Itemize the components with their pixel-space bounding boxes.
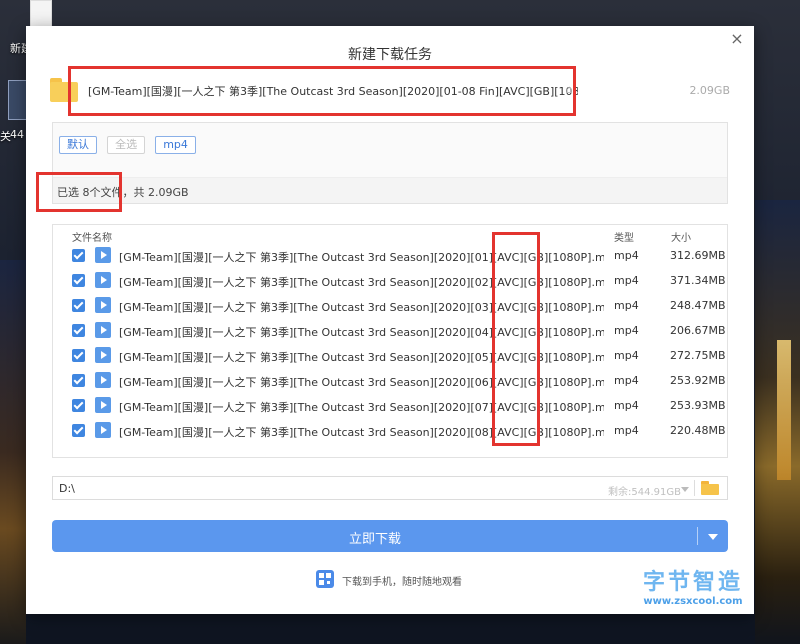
filter-tag-default[interactable]: 默认 — [59, 136, 97, 154]
video-file-icon — [95, 272, 111, 288]
file-checkbox[interactable] — [72, 374, 85, 387]
dialog-title: 新建下载任务 — [348, 47, 432, 63]
file-list-header: 文件名称 类型 大小 — [53, 225, 727, 244]
file-name: [GM-Team][国漫][一人之下 第3季][The Outcast 3rd … — [119, 426, 604, 439]
file-checkbox[interactable] — [72, 249, 85, 262]
desktop-thumbnail-label: 44 — [10, 128, 24, 141]
download-now-label: 立即下载 — [348, 532, 401, 547]
filter-tag-mp4[interactable]: mp4 — [155, 136, 196, 154]
video-file-icon — [95, 397, 111, 413]
task-name: [GM-Team][国漫][一人之下 第3季][The Outcast 3rd … — [88, 85, 578, 98]
video-file-icon — [95, 422, 111, 438]
file-name: [GM-Team][国漫][一人之下 第3季][The Outcast 3rd … — [119, 326, 604, 339]
filter-tag-select-all[interactable]: 全选 — [107, 136, 146, 154]
qr-code-icon[interactable] — [316, 570, 334, 588]
task-size: 2.09GB — [689, 84, 730, 97]
file-name: [GM-Team][国漫][一人之下 第3季][The Outcast 3rd … — [119, 376, 604, 389]
wallpaper-city-right — [755, 200, 800, 644]
desktop-thumbnail[interactable] — [8, 80, 28, 120]
file-row[interactable]: [GM-Team][国漫][一人之下 第3季][The Outcast 3rd … — [53, 319, 727, 344]
download-options-chevron-icon[interactable] — [708, 534, 718, 540]
desktop-side-label: 关 — [0, 130, 11, 143]
wallpaper-city-left — [0, 260, 26, 644]
mobile-download-text[interactable]: 下载到手机，随时随地观看 — [342, 573, 462, 588]
close-icon[interactable]: × — [728, 30, 746, 48]
file-type: mp4 — [614, 324, 639, 337]
header-size: 大小 — [671, 233, 691, 244]
file-list: 文件名称 类型 大小 [GM-Team][国漫][一人之下 第3季][The O… — [52, 224, 728, 458]
file-row[interactable]: [GM-Team][国漫][一人之下 第3季][The Outcast 3rd … — [53, 369, 727, 394]
file-checkbox[interactable] — [72, 424, 85, 437]
file-row[interactable]: [GM-Team][国漫][一人之下 第3季][The Outcast 3rd … — [53, 269, 727, 294]
task-name-overflow: ⌂ — [566, 83, 573, 96]
watermark: 字节智造 www.zsxcool.com — [628, 564, 758, 607]
file-checkbox[interactable] — [72, 399, 85, 412]
file-size: 248.47MB — [670, 299, 726, 312]
watermark-url: www.zsxcool.com — [643, 596, 743, 607]
filter-tags: 默认 全选 mp4 — [59, 133, 201, 154]
file-row[interactable]: [GM-Team][国漫][一人之下 第3季][The Outcast 3rd … — [53, 419, 727, 444]
file-name: [GM-Team][国漫][一人之下 第3季][The Outcast 3rd … — [119, 351, 604, 364]
file-name: [GM-Team][国漫][一人之下 第3季][The Outcast 3rd … — [119, 276, 604, 289]
file-type: mp4 — [614, 349, 639, 362]
watermark-brand: 字节智造 — [642, 570, 743, 595]
file-type: mp4 — [614, 249, 639, 262]
path-divider — [694, 480, 695, 496]
download-now-button[interactable]: 立即下载 — [52, 520, 728, 552]
new-download-dialog: 新建下载任务 × [GM-Team][国漫][一人之下 第3季][The Out… — [26, 26, 754, 614]
file-row[interactable]: [GM-Team][国漫][一人之下 第3季][The Outcast 3rd … — [53, 394, 727, 419]
video-file-icon — [95, 297, 111, 313]
file-size: 206.67MB — [670, 324, 726, 337]
file-checkbox[interactable] — [72, 274, 85, 287]
file-name: [GM-Team][国漫][一人之下 第3季][The Outcast 3rd … — [119, 401, 604, 414]
free-space-label: 剩余:544.91GB — [608, 487, 681, 498]
file-size: 371.34MB — [670, 274, 726, 287]
task-summary: [GM-Team][国漫][一人之下 第3季][The Outcast 3rd … — [50, 74, 730, 108]
file-type: mp4 — [614, 399, 639, 412]
chevron-down-icon[interactable] — [681, 487, 689, 492]
file-type: mp4 — [614, 374, 639, 387]
file-type: mp4 — [614, 274, 639, 287]
file-checkbox[interactable] — [72, 299, 85, 312]
file-size: 272.75MB — [670, 349, 726, 362]
file-type: mp4 — [614, 299, 639, 312]
file-size: 220.48MB — [670, 424, 726, 437]
file-size: 253.93MB — [670, 399, 726, 412]
file-name: [GM-Team][国漫][一人之下 第3季][The Outcast 3rd … — [119, 251, 604, 264]
header-type: 类型 — [614, 233, 634, 244]
video-file-icon — [95, 372, 111, 388]
save-path-value: D:\ — [59, 482, 75, 495]
file-size: 312.69MB — [670, 249, 726, 262]
file-size: 253.92MB — [670, 374, 726, 387]
header-file-name: 文件名称 — [72, 233, 112, 244]
file-row[interactable]: [GM-Team][国漫][一人之下 第3季][The Outcast 3rd … — [53, 294, 727, 319]
download-button-divider — [697, 527, 698, 545]
file-row[interactable]: [GM-Team][国漫][一人之下 第3季][The Outcast 3rd … — [53, 344, 727, 369]
save-path-field[interactable]: D:\ 剩余:544.91GB — [52, 476, 728, 500]
filter-footer: 已选 8个文件，共 2.09GB — [53, 177, 727, 203]
video-file-icon — [95, 322, 111, 338]
file-checkbox[interactable] — [72, 349, 85, 362]
video-file-icon — [95, 347, 111, 363]
video-file-icon — [95, 247, 111, 263]
browse-folder-icon[interactable] — [701, 481, 719, 495]
file-name: [GM-Team][国漫][一人之下 第3季][The Outcast 3rd … — [119, 301, 604, 314]
file-type: mp4 — [614, 424, 639, 437]
selection-summary: 已选 8个文件，共 2.09GB — [57, 186, 189, 199]
file-row[interactable]: [GM-Team][国漫][一人之下 第3季][The Outcast 3rd … — [53, 244, 727, 269]
folder-icon — [50, 78, 78, 102]
file-checkbox[interactable] — [72, 324, 85, 337]
filter-panel: 默认 全选 mp4 已选 8个文件，共 2.09GB — [52, 122, 728, 204]
